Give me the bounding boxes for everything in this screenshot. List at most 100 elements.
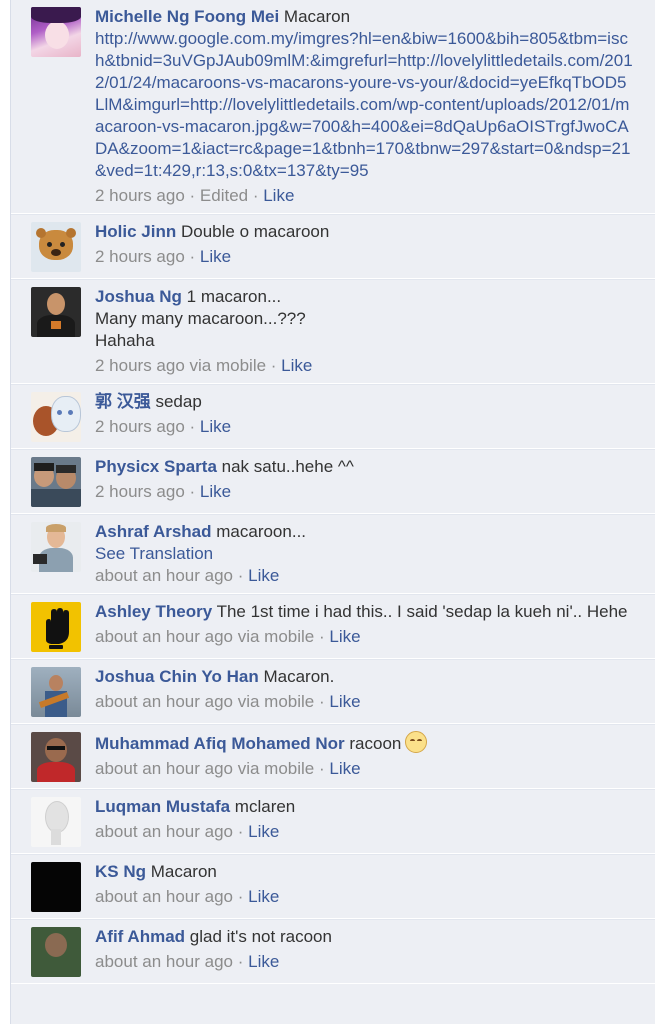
- avatar[interactable]: [31, 522, 81, 572]
- comment-text: Michelle Ng Foong Mei Macaron http://www.…: [95, 6, 635, 182]
- meta-separator: ·: [233, 887, 249, 906]
- avatar[interactable]: [31, 392, 81, 442]
- comment-message: macaroon...: [216, 522, 307, 541]
- timestamp[interactable]: 2 hours ago: [95, 417, 185, 436]
- comment-meta: about an hour ago via mobile · Like: [95, 758, 635, 780]
- meta-separator: · Edited ·: [184, 186, 264, 205]
- comment-message: racoon: [349, 734, 402, 753]
- comment-url-link[interactable]: http://www.google.com.my/imgres?hl=en&bi…: [95, 28, 635, 182]
- timestamp[interactable]: 2 hours ago: [95, 482, 185, 501]
- comment-text: KS Ng Macaron: [95, 861, 635, 883]
- comment-item: KS Ng Macaron about an hour ago · Like: [11, 854, 655, 919]
- avatar[interactable]: [31, 797, 81, 847]
- like-button[interactable]: Like: [329, 759, 360, 778]
- like-button[interactable]: Like: [248, 887, 279, 906]
- comment-item: Physicx Sparta nak satu..hehe ^^ 2 hours…: [11, 449, 655, 514]
- timestamp[interactable]: about an hour ago via mobile: [95, 692, 314, 711]
- avatar[interactable]: [31, 862, 81, 912]
- meta-separator: ·: [184, 247, 200, 266]
- blush-emoji-icon: [405, 731, 428, 753]
- comment-meta: about an hour ago · Like: [95, 886, 635, 908]
- comment-meta: about an hour ago · Like: [95, 951, 635, 973]
- timestamp[interactable]: 2 hours ago: [95, 247, 185, 266]
- timestamp[interactable]: 2 hours ago via mobile: [95, 356, 266, 375]
- meta-separator: ·: [233, 952, 249, 971]
- comment-meta: about an hour ago via mobile · Like: [95, 626, 635, 648]
- timestamp[interactable]: 2 hours ago: [95, 186, 185, 205]
- avatar[interactable]: [31, 7, 81, 57]
- meta-separator: ·: [184, 417, 200, 436]
- like-button[interactable]: Like: [248, 822, 279, 841]
- meta-separator: ·: [184, 482, 200, 501]
- timestamp[interactable]: about an hour ago: [95, 887, 233, 906]
- author-link[interactable]: Luqman Mustafa: [95, 797, 230, 816]
- avatar[interactable]: [31, 457, 81, 507]
- avatar[interactable]: [31, 927, 81, 977]
- comment-text: Joshua Ng 1 macaron... Many many macaroo…: [95, 286, 635, 352]
- meta-separator: ·: [314, 759, 330, 778]
- comment-item: Joshua Chin Yo Han Macaron. about an hou…: [11, 659, 655, 724]
- timestamp[interactable]: about an hour ago: [95, 822, 233, 841]
- comment-meta: 2 hours ago · Like: [95, 416, 635, 438]
- like-button[interactable]: Like: [200, 247, 231, 266]
- avatar[interactable]: [31, 222, 81, 272]
- comment-text: Physicx Sparta nak satu..hehe ^^: [95, 456, 635, 478]
- avatar[interactable]: [31, 667, 81, 717]
- like-button[interactable]: Like: [281, 356, 312, 375]
- comment-item: Holic Jinn Double o macaroon 2 hours ago…: [11, 214, 655, 279]
- author-link[interactable]: Joshua Chin Yo Han: [95, 667, 259, 686]
- avatar[interactable]: [31, 602, 81, 652]
- timestamp[interactable]: about an hour ago: [95, 952, 233, 971]
- comment-text: Muhammad Afiq Mohamed Nor racoon: [95, 731, 635, 755]
- author-link[interactable]: Michelle Ng Foong Mei: [95, 7, 279, 26]
- meta-separator: ·: [233, 822, 249, 841]
- author-link[interactable]: KS Ng: [95, 862, 146, 881]
- comment-meta: about an hour ago · Like: [95, 821, 635, 843]
- comment-item: Luqman Mustafa mclaren about an hour ago…: [11, 789, 655, 854]
- timestamp[interactable]: about an hour ago via mobile: [95, 627, 314, 646]
- like-button[interactable]: Like: [248, 566, 279, 585]
- meta-separator: ·: [266, 356, 282, 375]
- author-link[interactable]: Holic Jinn: [95, 222, 176, 241]
- avatar[interactable]: [31, 732, 81, 782]
- timestamp[interactable]: about an hour ago via mobile: [95, 759, 314, 778]
- timestamp[interactable]: about an hour ago: [95, 566, 233, 585]
- author-link[interactable]: Muhammad Afiq Mohamed Nor: [95, 734, 345, 753]
- comment-message: nak satu..hehe ^^: [221, 457, 354, 476]
- author-link[interactable]: 郭 汉强: [95, 392, 151, 411]
- comment-meta: about an hour ago · Like: [95, 565, 635, 587]
- like-button[interactable]: Like: [329, 692, 360, 711]
- see-translation-link[interactable]: See Translation: [95, 543, 635, 565]
- comment-message: Double o macaroon: [180, 222, 330, 241]
- author-link[interactable]: Afif Ahmad: [95, 927, 185, 946]
- author-link[interactable]: Physicx Sparta: [95, 457, 217, 476]
- like-button[interactable]: Like: [200, 482, 231, 501]
- like-button[interactable]: Like: [200, 417, 231, 436]
- avatar[interactable]: [31, 287, 81, 337]
- comment-item: Muhammad Afiq Mohamed Nor racoon about a…: [11, 724, 655, 789]
- comment-text: Afif Ahmad glad it's not racoon: [95, 926, 635, 948]
- comment-text: Holic Jinn Double o macaroon: [95, 221, 635, 243]
- comment-item: Michelle Ng Foong Mei Macaron http://www.…: [11, 0, 655, 214]
- comment-meta: 2 hours ago · Like: [95, 246, 635, 268]
- comment-meta: 2 hours ago · Edited · Like: [95, 185, 635, 207]
- author-link[interactable]: Joshua Ng: [95, 287, 182, 306]
- comment-meta: about an hour ago via mobile · Like: [95, 691, 635, 713]
- meta-separator: ·: [314, 627, 330, 646]
- comment-text: Ashley Theory The 1st time i had this.. …: [95, 601, 635, 623]
- comment-message: Macaron: [283, 7, 351, 26]
- meta-separator: ·: [233, 566, 249, 585]
- like-button[interactable]: Like: [329, 627, 360, 646]
- page-margin: [655, 0, 667, 1024]
- author-link[interactable]: Ashraf Arshad: [95, 522, 212, 541]
- like-button[interactable]: Like: [263, 186, 294, 205]
- comment-item: Ashley Theory The 1st time i had this.. …: [11, 594, 655, 659]
- comment-text: 郭 汉强 sedap: [95, 391, 635, 413]
- rabaa-hand-icon: [46, 608, 69, 649]
- comment-message: mclaren: [234, 797, 296, 816]
- comment-meta: 2 hours ago via mobile · Like: [95, 355, 635, 377]
- author-link[interactable]: Ashley Theory: [95, 602, 212, 621]
- like-button[interactable]: Like: [248, 952, 279, 971]
- comment-message: sedap: [155, 392, 202, 411]
- comment-item: Ashraf Arshad macaroon... See Translatio…: [11, 514, 655, 594]
